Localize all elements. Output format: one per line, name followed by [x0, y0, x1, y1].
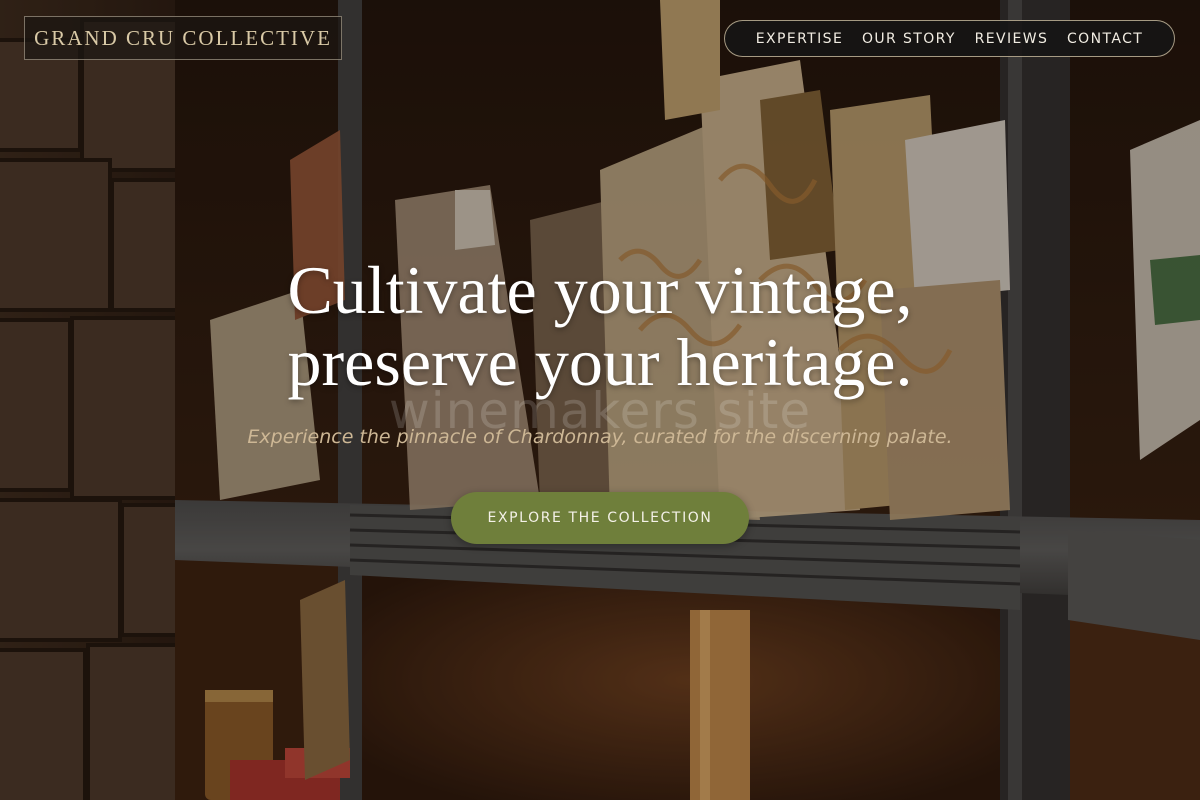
nav-link-expertise[interactable]: EXPERTISE — [756, 31, 843, 47]
hero-subtitle: Experience the pinnacle of Chardonnay, c… — [247, 426, 953, 448]
brand-logo[interactable]: GRAND CRU COLLECTIVE — [24, 16, 342, 60]
nav-link-our-story[interactable]: OUR STORY — [862, 31, 956, 47]
hero-section: GRAND CRU COLLECTIVE EXPERTISE OUR STORY… — [0, 0, 1200, 800]
nav-link-contact[interactable]: CONTACT — [1067, 31, 1143, 47]
hero-headline-line-1: Cultivate your vintage, — [287, 252, 913, 328]
hero-headline: Cultivate your vintage, preserve your he… — [0, 254, 1200, 398]
explore-collection-button[interactable]: EXPLORE THE COLLECTION — [451, 492, 749, 544]
nav-link-reviews[interactable]: REVIEWS — [975, 31, 1049, 47]
main-nav: EXPERTISE OUR STORY REVIEWS CONTACT — [724, 20, 1175, 57]
